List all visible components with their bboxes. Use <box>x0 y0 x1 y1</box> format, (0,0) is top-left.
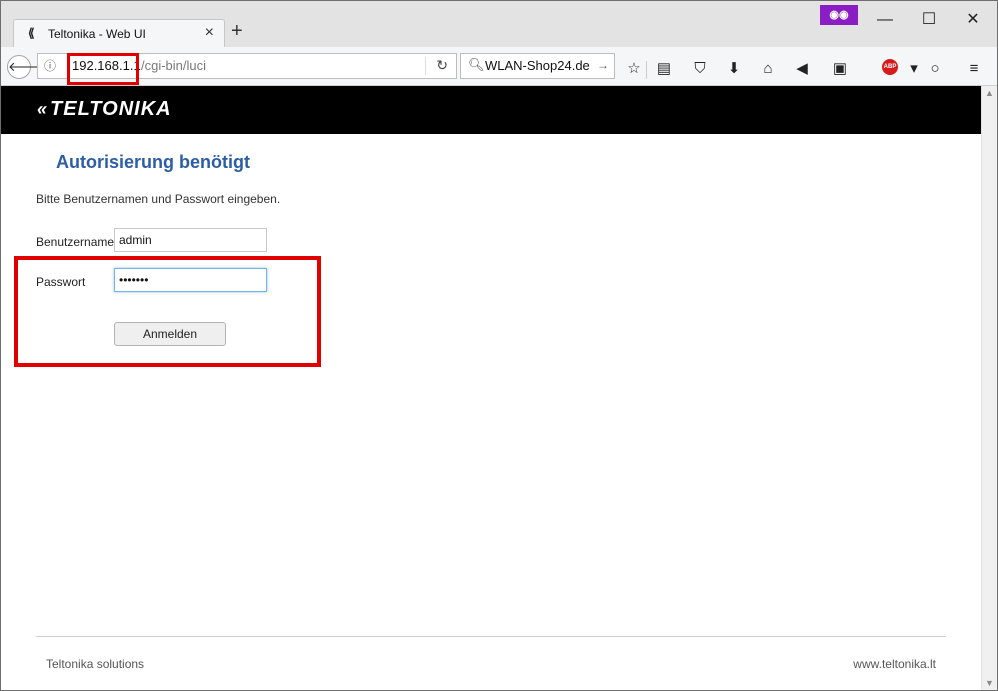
footer-divider <box>36 636 946 637</box>
username-field[interactable]: admin <box>114 228 267 252</box>
reload-icon[interactable]: ↻ <box>436 57 448 74</box>
new-tab-button[interactable]: + <box>231 21 243 41</box>
teltonika-favicon-icon: ⟪ <box>28 26 35 40</box>
maximize-button[interactable]: ☐ <box>909 7 949 33</box>
send-icon[interactable]: ◀ <box>792 61 812 77</box>
sync-icon[interactable]: ▣ <box>830 61 850 77</box>
auth-description: Bitte Benutzernamen und Passwort eingebe… <box>36 192 281 206</box>
tab-close-icon[interactable]: × <box>205 24 214 42</box>
private-browsing-icon: ◉◉ <box>820 5 858 25</box>
page-content: «TELTONIKA Autorisierung benötigt Bitte … <box>1 86 981 690</box>
scroll-down-icon[interactable]: ▼ <box>985 678 994 688</box>
tab-strip: ⟪ Teltonika - Web UI × + ◉◉ — ☐ ✕ <box>1 1 997 48</box>
pocket-icon[interactable]: ⛉ <box>690 61 710 77</box>
minimize-button[interactable]: — <box>865 7 905 33</box>
tab-title: Teltonika - Web UI <box>48 27 146 41</box>
username-label: Benutzername <box>36 235 114 249</box>
search-go-icon[interactable]: → <box>597 58 609 72</box>
adblock-icon[interactable]: ABP <box>882 59 898 75</box>
footer-website: www.teltonika.lt <box>853 657 936 671</box>
download-icon[interactable]: ⬇ <box>724 61 744 77</box>
page-title: Autorisierung benötigt <box>56 152 250 172</box>
back-button[interactable]: 🡐 <box>7 55 43 79</box>
menu-icon[interactable]: ≡ <box>964 61 984 77</box>
search-engine-text: WLAN-Shop24.de <box>485 58 590 73</box>
navigation-bar: 🡐 ⓘ 192.168.1.1 /cgi-bin/luci ↻ 🔍︎ WLAN-… <box>1 47 997 86</box>
search-icon: 🔍︎ <box>468 57 485 72</box>
close-window-button[interactable]: ✕ <box>953 7 993 33</box>
chat-icon[interactable]: ○ <box>925 61 945 77</box>
logo-text: TELTONIKA <box>50 98 172 120</box>
url-separator <box>425 57 426 75</box>
star-icon[interactable]: ☆ <box>624 61 644 77</box>
adblock-menu-icon[interactable]: ▾ <box>904 61 924 77</box>
search-bar[interactable]: 🔍︎ WLAN-Shop24.de → <box>460 53 615 79</box>
browser-window: ⟪ Teltonika - Web UI × + ◉◉ — ☐ ✕ 🡐 ⓘ 19… <box>0 0 998 691</box>
teltonika-logo: «TELTONIKA <box>37 98 172 121</box>
scroll-up-icon[interactable]: ▲ <box>985 88 994 98</box>
url-path: /cgi-bin/luci <box>141 58 207 73</box>
reader-icon[interactable]: ▤ <box>654 61 674 77</box>
info-icon[interactable]: ⓘ <box>44 57 56 74</box>
home-icon[interactable]: ⌂ <box>758 61 778 77</box>
toolbar-separator <box>646 61 647 79</box>
form-highlight-box <box>14 256 321 367</box>
url-highlight-box <box>67 53 139 85</box>
footer-company: Teltonika solutions <box>46 657 145 671</box>
logo-chevron-icon: « <box>37 99 49 119</box>
brand-header: «TELTONIKA <box>1 86 981 134</box>
tab-teltonika[interactable]: ⟪ Teltonika - Web UI × <box>13 19 225 48</box>
page-scrollbar[interactable]: ▲ ▼ <box>981 86 997 690</box>
